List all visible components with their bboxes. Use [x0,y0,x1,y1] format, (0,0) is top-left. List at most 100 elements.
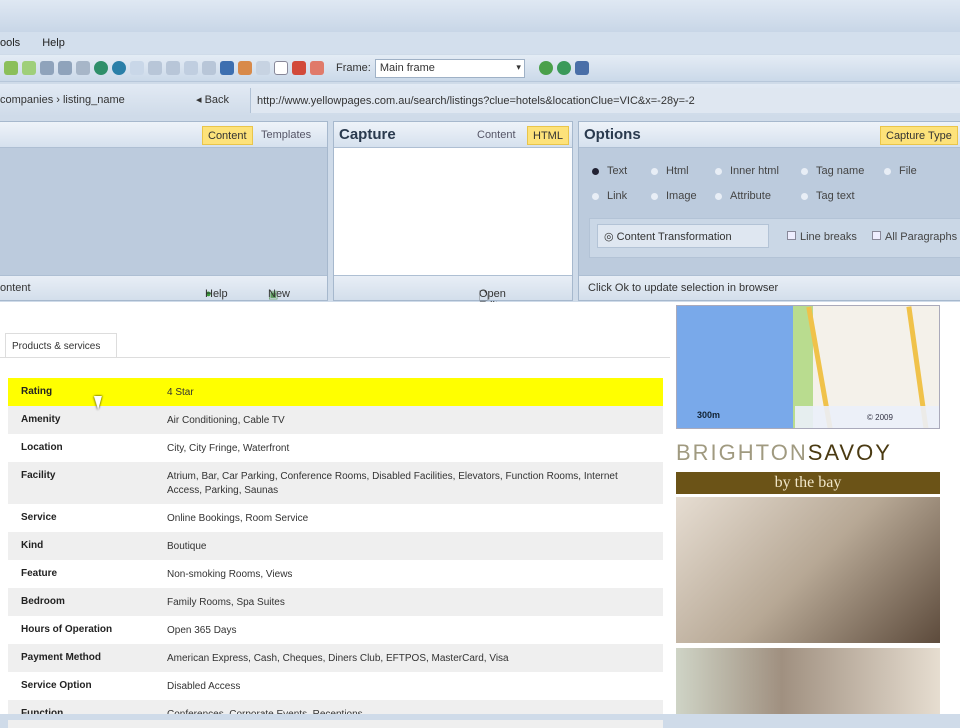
row-value: City, City Fringe, Waterfront [167,443,290,454]
radio-link[interactable]: Link [592,190,627,202]
divider [0,357,670,358]
menu-tools[interactable]: ools [0,37,20,49]
row-label: Bedroom [21,596,65,607]
table-row: Facility Atrium, Bar, Car Parking, Confer… [8,462,663,504]
table-row: Payment Method American Express, Cash, Ch… [8,644,663,672]
radio-text[interactable]: Text [592,165,627,177]
tool-icon[interactable] [58,61,72,75]
row-label: Hours of Operation [21,624,113,635]
frame-value: Main frame [379,61,435,74]
table-row: Service Option Disabled Access [8,672,663,700]
tool-icon[interactable] [148,61,162,75]
status-text: Click Ok to update selection in browser [588,282,779,294]
bottom-bar [0,714,960,720]
radio-attribute[interactable]: Attribute [715,190,771,202]
capture-type-button[interactable]: Capture Type [880,126,958,145]
content-transformation-button[interactable]: ◎ Content Transformation [597,224,769,248]
gear-icon: ◎ [604,231,614,243]
menu-help[interactable]: Help [42,37,65,49]
content-panel: Content Templates ontent ● Help ▣ New [0,121,328,301]
table-row: Bedroom Family Rooms, Spa Suites [8,588,663,616]
capture-textarea[interactable] [334,148,572,275]
tool-icon[interactable] [76,61,90,75]
table-row: Feature Non-smoking Rooms, Views [8,560,663,588]
hotel-room-photo-2 [676,648,940,720]
row-value: Family Rooms, Spa Suites [167,597,285,608]
hotel-logo: BRIGHTONSAVOY [676,440,892,465]
row-label: Payment Method [21,652,102,663]
row-label: Kind [21,540,44,551]
tagline-banner: by the bay [676,472,940,494]
toolbar: Frame: Main frame ▾ [0,55,960,82]
radio-tag-name[interactable]: Tag name [801,165,864,177]
tool-icon[interactable] [256,61,270,75]
tab-content[interactable]: Content [202,126,253,145]
tab-products-services[interactable]: Products & services [5,333,117,358]
row-label: Rating [21,386,53,397]
radio-inner-html[interactable]: Inner html [715,165,779,177]
back-button[interactable]: ◂ Back [196,93,229,106]
capture-title: Capture [339,126,396,143]
url-input[interactable]: http://www.yellowpages.com.au/search/lis… [250,88,960,113]
all-paragraphs-checkbox[interactable]: All Paragraphs [872,231,957,243]
radio-file[interactable]: File [884,165,917,177]
menu-bar: ools Help [0,32,960,54]
tab-templates[interactable]: Templates [256,126,316,145]
options-panel: Options Capture Type Text Html Inner html… [578,121,960,301]
tab-capture-content[interactable]: Content [472,126,521,145]
tool-icon[interactable] [22,61,36,75]
frame-select[interactable]: Main frame ▾ [374,58,525,78]
row-label: Service Option [21,680,92,691]
row-value: Open 365 Days [167,625,237,636]
tool-icon[interactable] [4,61,18,75]
tool-icon[interactable] [202,61,216,75]
go-icon[interactable] [538,61,553,75]
row-value: Air Conditioning, Cable TV [167,415,285,426]
plus-icon[interactable] [166,61,180,75]
table-row: Kind Boutique [8,532,663,560]
row-value: 4 Star [167,387,194,398]
tool-icon[interactable] [40,61,54,75]
table-row: Hours of Operation Open 365 Days [8,616,663,644]
row-value: Boutique [167,541,207,552]
map[interactable]: 300m © 2009 [676,305,940,429]
tool-icon[interactable] [184,61,198,75]
chevron-down-icon: ▾ [516,61,521,72]
row-value: American Express, Cash, Cheques, Diners … [167,653,509,664]
radio-html[interactable]: Html [651,165,689,177]
tool-icon[interactable] [310,61,324,75]
row-value: Online Bookings, Room Service [167,513,309,524]
row-label: Service [21,512,57,523]
square-icon[interactable] [274,61,288,75]
tab-capture-html[interactable]: HTML [527,126,569,145]
footer-label: ontent [0,282,31,294]
hotel-room-photo [676,497,940,643]
row-label: Location [21,442,63,453]
radio-tag-text[interactable]: Tag text [801,190,855,202]
globe-icon[interactable] [112,61,126,75]
map-scale: 300m [697,410,721,420]
radio-image[interactable]: Image [651,190,697,202]
table-row: Amenity Air Conditioning, Cable TV [8,406,663,434]
tool-icon[interactable] [574,61,589,75]
row-value: Non-smoking Rooms, Views [167,569,293,580]
title-bar [0,0,960,32]
table-row: Location City, City Fringe, Waterfront [8,434,663,462]
table-row: Rating 4 Star [8,378,663,406]
row-value: Disabled Access [167,681,241,692]
breadcrumb[interactable]: companies › listing_name [0,94,125,106]
row-label: Feature [21,568,58,579]
tool-icon[interactable] [238,61,252,75]
row-value: Atrium, Bar, Car Parking, Conference Roo… [167,471,618,496]
table-row: Service Online Bookings, Room Service [8,504,663,532]
refresh-icon[interactable] [556,61,571,75]
tool-icon[interactable] [130,61,144,75]
globe-icon[interactable] [94,61,108,75]
frame-label: Frame: [336,62,371,74]
capture-panel: CaptureContentHTML 🗋 Open Editor [333,121,573,312]
row-label: Facility [21,470,56,481]
options-title: Options [584,126,641,143]
tool-icon[interactable] [292,61,306,75]
line-breaks-checkbox[interactable]: Line breaks [787,231,857,243]
tool-icon[interactable] [220,61,234,75]
